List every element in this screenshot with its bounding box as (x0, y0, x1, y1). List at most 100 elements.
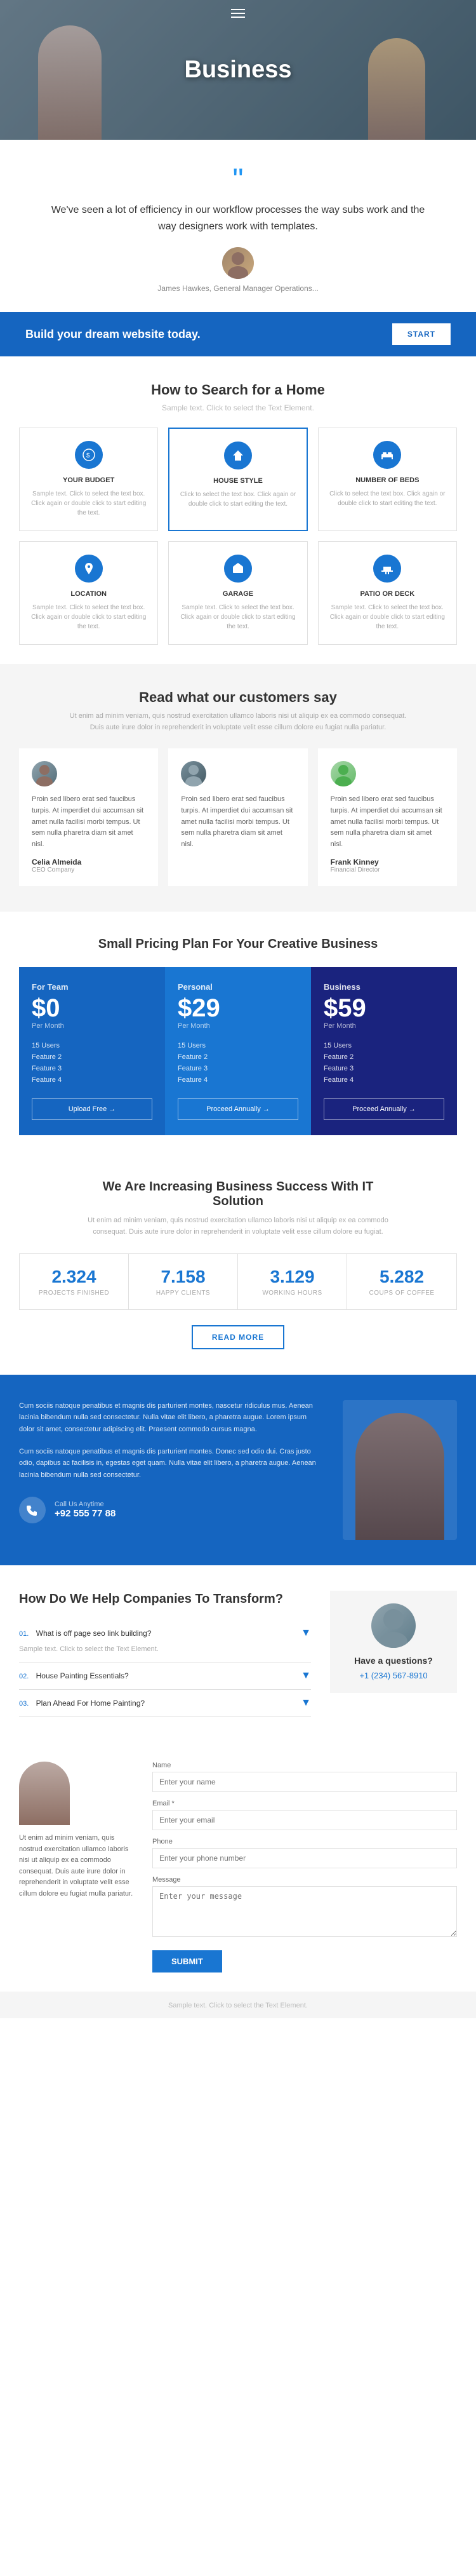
pricing-business: Business $59 Per Month 15 Users Feature … (311, 967, 457, 1135)
it-text-2: Cum sociis natoque penatibus et magnis d… (19, 1446, 324, 1481)
stat-number-1: 7.158 (135, 1267, 231, 1287)
phone-icon (19, 1497, 46, 1523)
how-title: How to Search for a Home (19, 382, 457, 398)
stat-item-3: 5.282 COUPS OF COFFEE (347, 1254, 456, 1309)
pricing-business-price: $59 (324, 994, 444, 1022)
card-location-title: LOCATION (30, 590, 147, 598)
test-name-1: Celia Almeida (32, 858, 145, 867)
test-avatar-svg-1 (32, 761, 57, 786)
testimonial-item-2: Proin sed libero erat sed faucibus turpi… (168, 748, 307, 886)
it-text-1: Cum sociis natoque penatibus et magnis d… (19, 1400, 324, 1436)
stat-label-0: PROJECTS FINISHED (26, 1290, 122, 1297)
pricing-team-feat-3: Feature 4 (32, 1074, 152, 1086)
it-person-silhouette (355, 1413, 444, 1540)
faq-item-0[interactable]: 01. What is off page seo link building? … (19, 1620, 311, 1663)
faq-question-2[interactable]: 03. Plan Ahead For Home Painting? ▼ (19, 1697, 311, 1709)
beds-icon-svg (380, 448, 394, 462)
pricing-team-price: $0 (32, 994, 152, 1022)
stat-number-0: 2.324 (26, 1267, 122, 1287)
patio-icon (373, 555, 401, 583)
read-more-btn[interactable]: READ MORE (192, 1325, 284, 1349)
cta-banner: Build your dream website today. START (0, 312, 476, 356)
form-label-message: Message (152, 1876, 457, 1884)
testimonials-section: Read what our customers say Ut enim ad m… (0, 664, 476, 912)
card-beds-title: NUMBER OF BEDS (329, 476, 446, 484)
it-section: Cum sociis natoque penatibus et magnis d… (0, 1375, 476, 1565)
form-input-email[interactable] (152, 1810, 457, 1830)
testimonials-title: Read what our customers say (19, 689, 457, 706)
stats-grid: 2.324 PROJECTS FINISHED 7.158 HAPPY CLIE… (19, 1253, 457, 1310)
card-beds: NUMBER OF BEDS Click to select the text … (318, 428, 457, 531)
card-house: HOUSE STYLE Click to select the text box… (168, 428, 307, 531)
test-role-3: Financial Director (331, 867, 444, 873)
form-label-name: Name (152, 1762, 457, 1769)
card-beds-text: Click to select the text box. Click agai… (329, 489, 446, 508)
form-label-phone: Phone (152, 1838, 457, 1845)
phone-icon-svg (26, 1504, 39, 1516)
quote-mark: " (51, 165, 425, 196)
stat-item-2: 3.129 WORKING HOURS (238, 1254, 347, 1309)
pricing-business-feat-3: Feature 4 (324, 1074, 444, 1086)
pricing-personal-label: Personal (178, 982, 298, 992)
pricing-section: Small Pricing Plan For Your Creative Bus… (0, 912, 476, 1154)
faq-text-0: What is off page seo link building? (36, 1629, 152, 1638)
patio-icon-svg (380, 562, 394, 576)
hero-person-left (38, 25, 102, 140)
pricing-business-feat-0: 15 Users (324, 1040, 444, 1051)
author-name: James Hawkes, General Manager Operations… (51, 284, 425, 293)
hq-person-svg (371, 1603, 416, 1648)
stat-number-3: 5.282 (354, 1267, 450, 1287)
stat-label-3: COUPS OF COFFEE (354, 1290, 450, 1297)
faq-question-1[interactable]: 02. House Painting Essentials? ▼ (19, 1670, 311, 1682)
location-icon-svg (82, 562, 96, 576)
hamburger-menu[interactable] (231, 9, 245, 18)
hero-title: Business (185, 57, 292, 84)
quote-section: " We've seen a lot of efficiency in our … (0, 140, 476, 312)
chevron-down-icon-1: ▼ (301, 1670, 311, 1682)
house-icon-svg (231, 448, 245, 462)
pricing-business-btn[interactable]: Proceed Annually → (324, 1098, 444, 1120)
pricing-team-features: 15 Users Feature 2 Feature 3 Feature 4 (32, 1040, 152, 1086)
card-budget-title: YOUR BUDGET (30, 476, 147, 484)
pricing-personal-feat-2: Feature 3 (178, 1063, 298, 1074)
faq-item-2[interactable]: 03. Plan Ahead For Home Painting? ▼ (19, 1690, 311, 1717)
stat-label-1: HAPPY CLIENTS (135, 1290, 231, 1297)
faq-text-2: Plan Ahead For Home Painting? (36, 1699, 145, 1708)
cta-button[interactable]: START (392, 323, 451, 345)
test-avatar-svg-2 (181, 761, 206, 786)
transform-section: How Do We Help Companies To Transform? 0… (0, 1565, 476, 1743)
quote-text: We've seen a lot of efficiency in our wo… (51, 202, 425, 234)
faq-item-1[interactable]: 02. House Painting Essentials? ▼ (19, 1662, 311, 1690)
pricing-grid: For Team $0 Per Month 15 Users Feature 2… (19, 967, 457, 1135)
faq-answer-0: Sample text. Click to select the Text El… (19, 1639, 311, 1655)
card-garage-title: GARAGE (179, 590, 296, 598)
form-label-email: Email * (152, 1800, 457, 1807)
stat-number-2: 3.129 (244, 1267, 340, 1287)
hamburger-line (231, 13, 245, 14)
faq-question-0[interactable]: 01. What is off page seo link building? … (19, 1628, 311, 1639)
test-avatar-1 (32, 761, 57, 786)
form-textarea-message[interactable] (152, 1886, 457, 1937)
it-person-container (343, 1400, 457, 1540)
test-role-1: CEO Company (32, 867, 145, 873)
pricing-personal: Personal $29 Per Month 15 Users Feature … (165, 967, 311, 1135)
pricing-personal-btn[interactable]: Proceed Annually → (178, 1098, 298, 1120)
faq-number-1: 02. (19, 1673, 29, 1680)
pricing-personal-feat-1: Feature 2 (178, 1051, 298, 1063)
test-avatar-2 (181, 761, 206, 786)
hamburger-line (231, 9, 245, 10)
pricing-business-features: 15 Users Feature 2 Feature 3 Feature 4 (324, 1040, 444, 1086)
submit-button[interactable]: SUBMIT (152, 1950, 222, 1972)
stats-title: We Are Increasing Business Success With … (79, 1180, 397, 1209)
chevron-down-icon-0: ▼ (301, 1628, 311, 1639)
pricing-team-btn[interactable]: Upload Free → (32, 1098, 152, 1120)
form-input-name[interactable] (152, 1772, 457, 1792)
footer-hint: Sample text. Click to select the Text El… (0, 1992, 476, 2018)
how-section: How to Search for a Home Sample text. Cl… (0, 356, 476, 664)
author-avatar (222, 247, 254, 279)
faq-number-0: 01. (19, 1630, 29, 1638)
form-input-phone[interactable] (152, 1848, 457, 1868)
budget-icon: $ (75, 441, 103, 469)
how-sample: Sample text. Click to select the Text El… (19, 403, 457, 412)
it-call-info: Call Us Anytime +92 555 77 88 (55, 1500, 116, 1519)
